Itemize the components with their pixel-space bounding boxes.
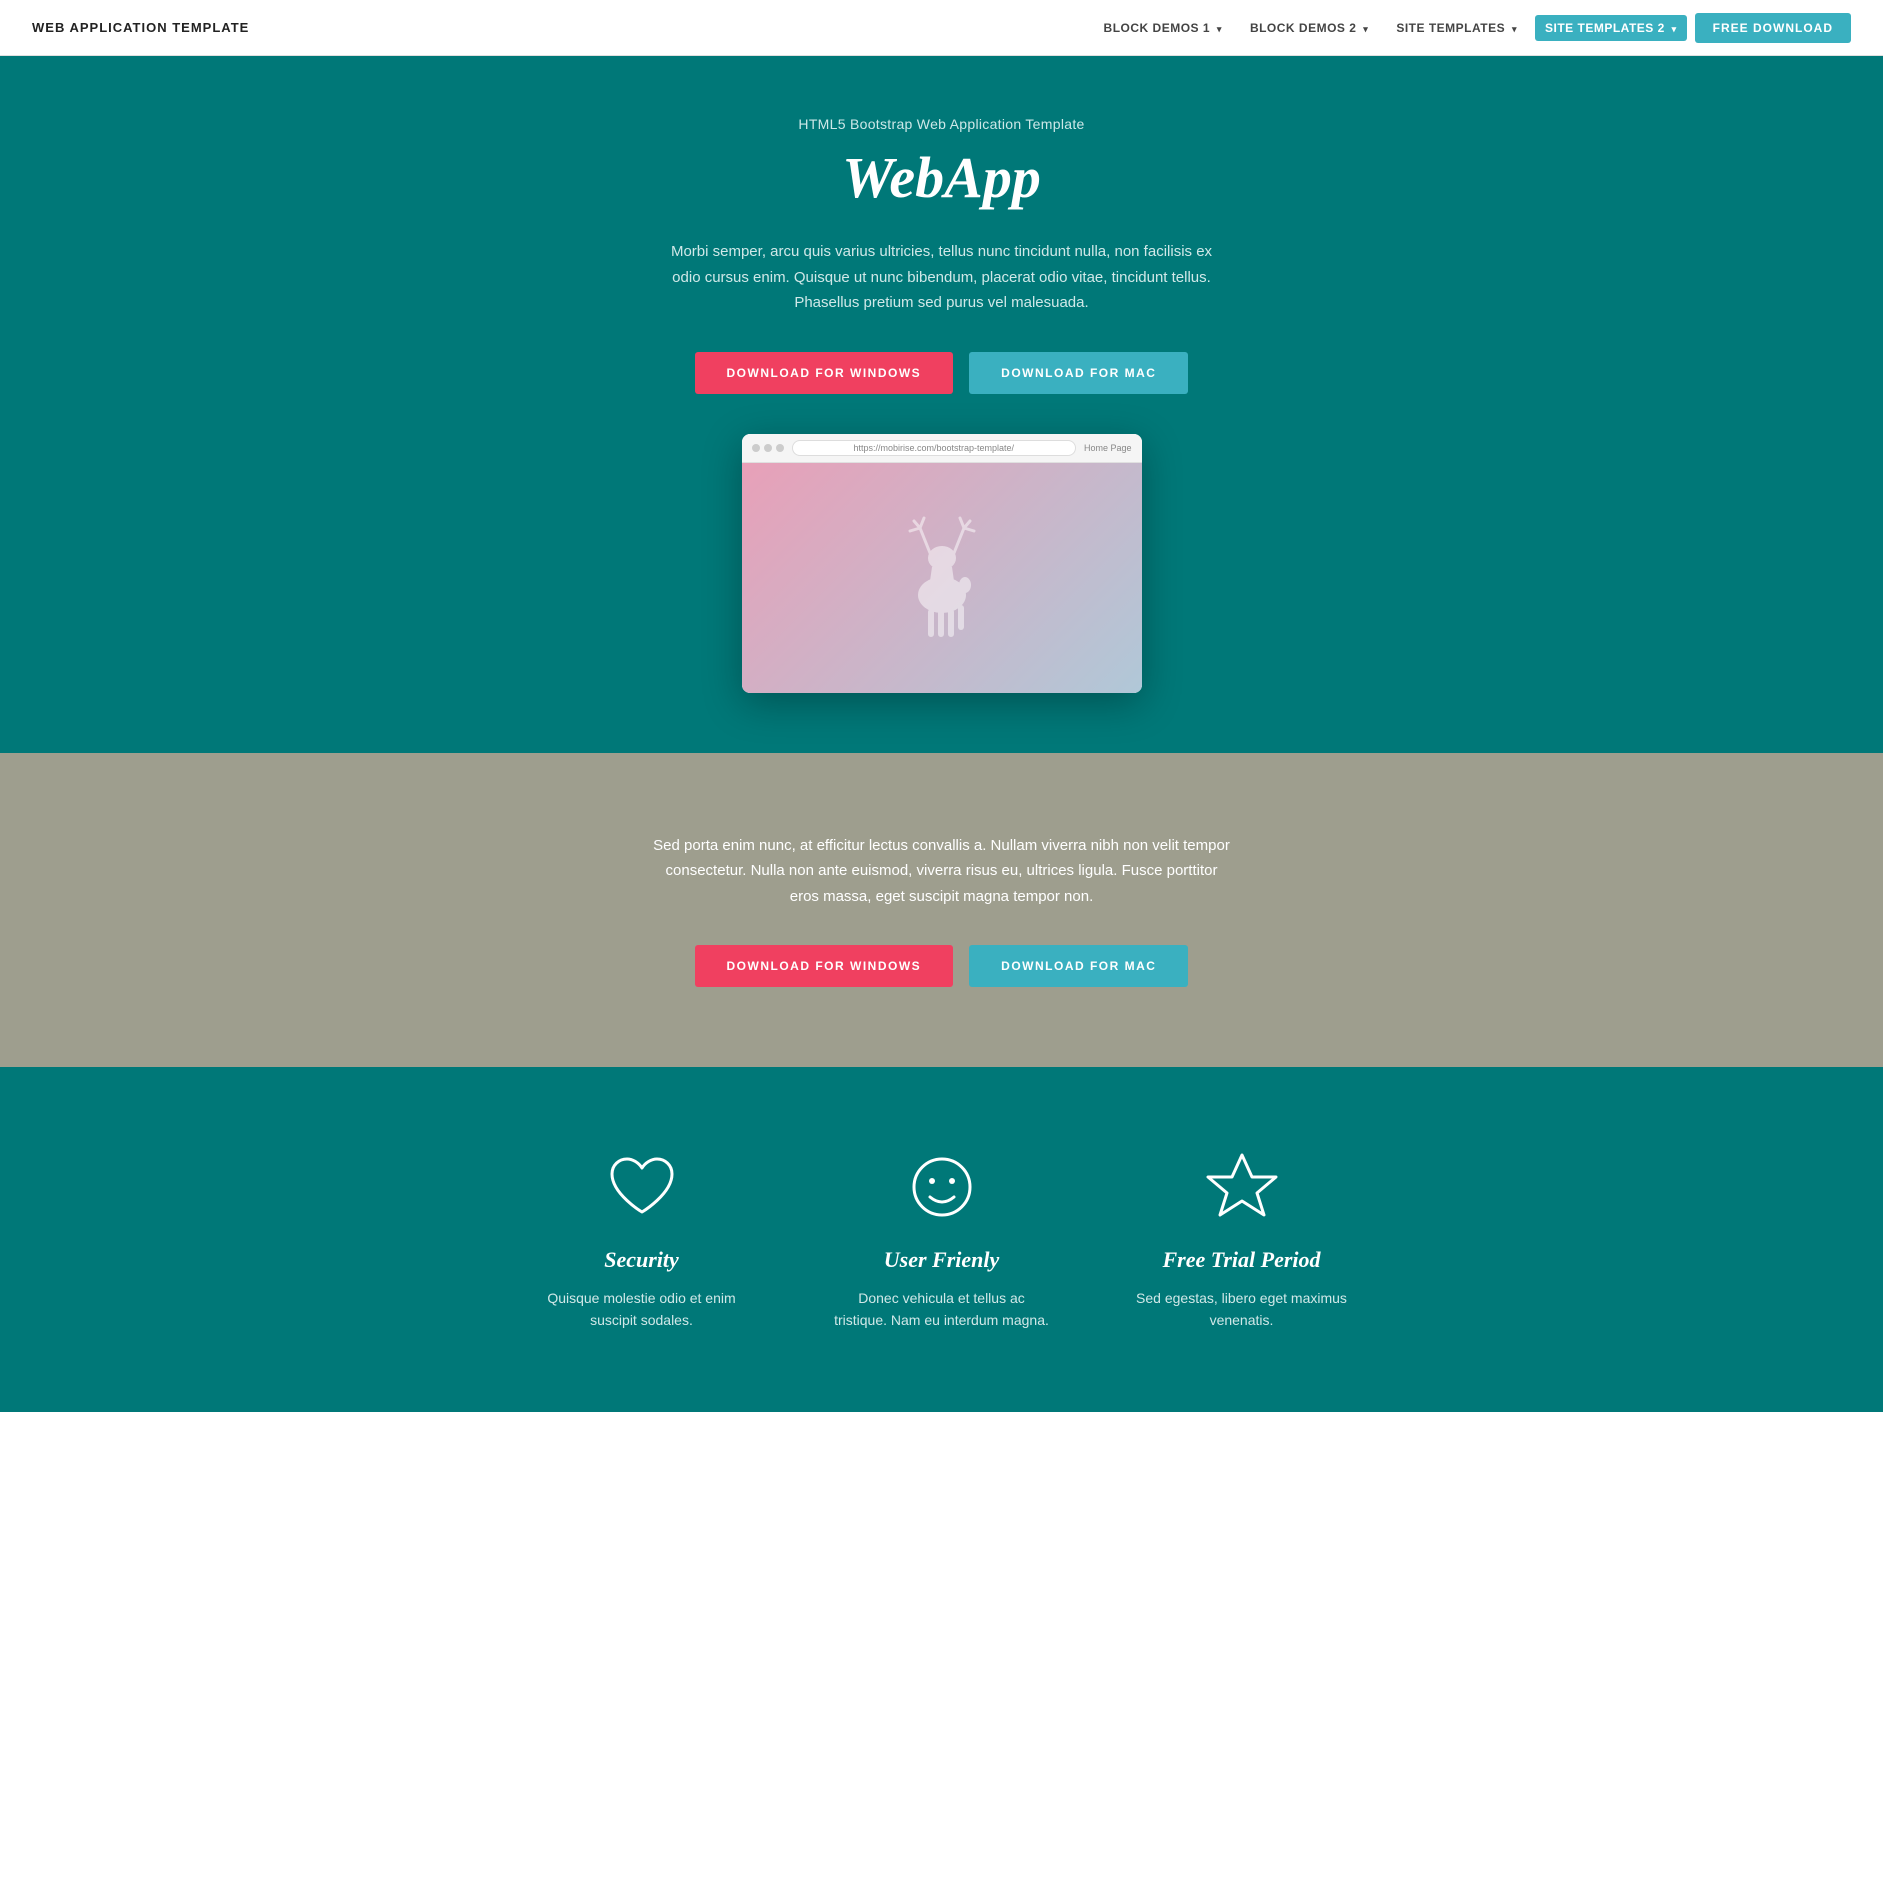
chevron-down-icon: ▾ bbox=[1217, 24, 1222, 34]
site-templates-button[interactable]: SITE TEMPLATES ▾ bbox=[1386, 15, 1527, 41]
site-templates-2-button[interactable]: SITE TEMPLATES 2 ▾ bbox=[1535, 15, 1687, 41]
feature-security: Security Quisque molestie odio et enim s… bbox=[532, 1147, 752, 1332]
chevron-down-icon: ▾ bbox=[1672, 24, 1677, 34]
hero-description: Morbi semper, arcu quis varius ultricies… bbox=[662, 239, 1222, 316]
nav-right: BLOCK DEMOS 1 ▾ BLOCK DEMOS 2 ▾ SITE TEM… bbox=[1094, 13, 1851, 43]
hero-section: HTML5 Bootstrap Web Application Template… bbox=[0, 56, 1883, 753]
gray-download-windows-button[interactable]: DOWNLOAD FOR WINDOWS bbox=[695, 945, 954, 987]
free-trial-title: Free Trial Period bbox=[1162, 1247, 1320, 1273]
free-trial-desc: Sed egestas, libero eget maximus venenat… bbox=[1132, 1287, 1352, 1332]
hero-title: WebApp bbox=[842, 144, 1041, 211]
free-download-button[interactable]: FREE DOWNLOAD bbox=[1695, 13, 1851, 43]
brand: WEB APPLICATION TEMPLATE bbox=[32, 20, 249, 35]
navbar: WEB APPLICATION TEMPLATE BLOCK DEMOS 1 ▾… bbox=[0, 0, 1883, 56]
browser-content bbox=[742, 463, 1142, 693]
download-mac-button[interactable]: DOWNLOAD FOR MAC bbox=[969, 352, 1188, 394]
feature-user-friendly: User Frienly Donec vehicula et tellus ac… bbox=[832, 1147, 1052, 1332]
chevron-down-icon: ▾ bbox=[1363, 24, 1368, 34]
gray-buttons: DOWNLOAD FOR WINDOWS DOWNLOAD FOR MAC bbox=[695, 945, 1189, 987]
browser-url: https://mobirise.com/bootstrap-template/ bbox=[792, 440, 1076, 456]
smiley-icon bbox=[902, 1147, 982, 1227]
dot-1 bbox=[752, 444, 760, 452]
gray-download-mac-button[interactable]: DOWNLOAD FOR MAC bbox=[969, 945, 1188, 987]
gray-section: Sed porta enim nunc, at efficitur lectus… bbox=[0, 753, 1883, 1068]
chevron-down-icon: ▾ bbox=[1512, 24, 1517, 34]
browser-bar: https://mobirise.com/bootstrap-template/… bbox=[742, 434, 1142, 463]
dot-3 bbox=[776, 444, 784, 452]
security-desc: Quisque molestie odio et enim suscipit s… bbox=[532, 1287, 752, 1332]
hero-subtitle: HTML5 Bootstrap Web Application Template bbox=[798, 116, 1084, 132]
feature-free-trial: Free Trial Period Sed egestas, libero eg… bbox=[1132, 1147, 1352, 1332]
security-title: Security bbox=[604, 1247, 679, 1273]
user-friendly-desc: Donec vehicula et tellus ac tristique. N… bbox=[832, 1287, 1052, 1332]
user-friendly-title: User Frienly bbox=[884, 1247, 1000, 1273]
gray-description: Sed porta enim nunc, at efficitur lectus… bbox=[652, 833, 1232, 910]
download-windows-button[interactable]: DOWNLOAD FOR WINDOWS bbox=[695, 352, 954, 394]
dot-2 bbox=[764, 444, 772, 452]
hero-buttons: DOWNLOAD FOR WINDOWS DOWNLOAD FOR MAC bbox=[695, 352, 1189, 394]
features-section: Security Quisque molestie odio et enim s… bbox=[0, 1067, 1883, 1412]
heart-icon bbox=[602, 1147, 682, 1227]
features-grid: Security Quisque molestie odio et enim s… bbox=[492, 1147, 1392, 1332]
star-icon bbox=[1202, 1147, 1282, 1227]
block-demos-1-button[interactable]: BLOCK DEMOS 1 ▾ bbox=[1094, 15, 1232, 41]
browser-dots bbox=[752, 444, 784, 452]
browser-home: Home Page bbox=[1084, 443, 1132, 453]
browser-mockup: https://mobirise.com/bootstrap-template/… bbox=[742, 434, 1142, 693]
block-demos-2-button[interactable]: BLOCK DEMOS 2 ▾ bbox=[1240, 15, 1378, 41]
deer-icon bbox=[892, 513, 992, 643]
